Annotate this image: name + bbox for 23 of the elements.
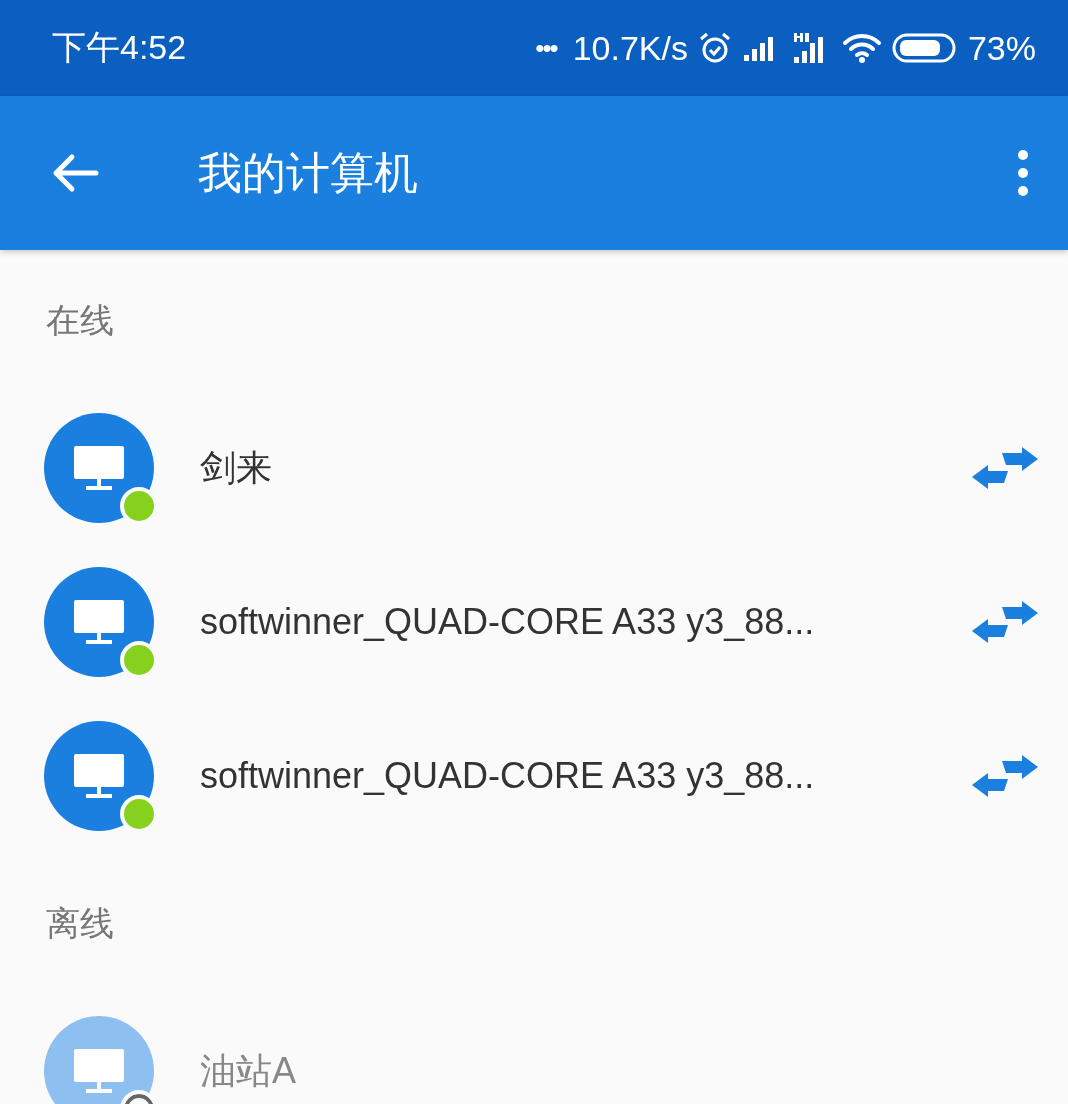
device-row[interactable]: 剑来 (0, 391, 1068, 545)
wifi-icon (841, 32, 882, 64)
back-arrow-icon (52, 153, 100, 193)
section-header: 在线 (45, 299, 115, 341)
clock-time: 下午4:52 (52, 27, 187, 68)
device-row[interactable]: softwinner_QUAD-CORE A33 y3_88... (0, 545, 1068, 699)
transfer-arrows-icon (972, 447, 1038, 489)
battery-percent: 73% (967, 28, 1036, 68)
more-dots: ••• (535, 32, 557, 64)
device-name: softwinner_QUAD-CORE A33 y3_88... (200, 755, 816, 797)
network-speed: 10.7K/s (572, 28, 688, 68)
screen-title: 我的计算机 (198, 146, 419, 199)
section-header: 离线 (45, 902, 115, 944)
device-row[interactable]: softwinner_QUAD-CORE A33 y3_88... (0, 699, 1068, 853)
battery-icon (891, 32, 958, 64)
device-name: softwinner_QUAD-CORE A33 y3_88... (200, 601, 816, 643)
back-button[interactable] (52, 153, 100, 193)
transfer-arrows-icon (972, 601, 1038, 643)
alarm-icon (697, 31, 732, 65)
device-name: 剑来 (200, 445, 273, 490)
more-options-icon (1016, 149, 1030, 197)
transfer-arrows-icon (972, 755, 1038, 797)
device-name: 油站A (200, 1048, 297, 1093)
